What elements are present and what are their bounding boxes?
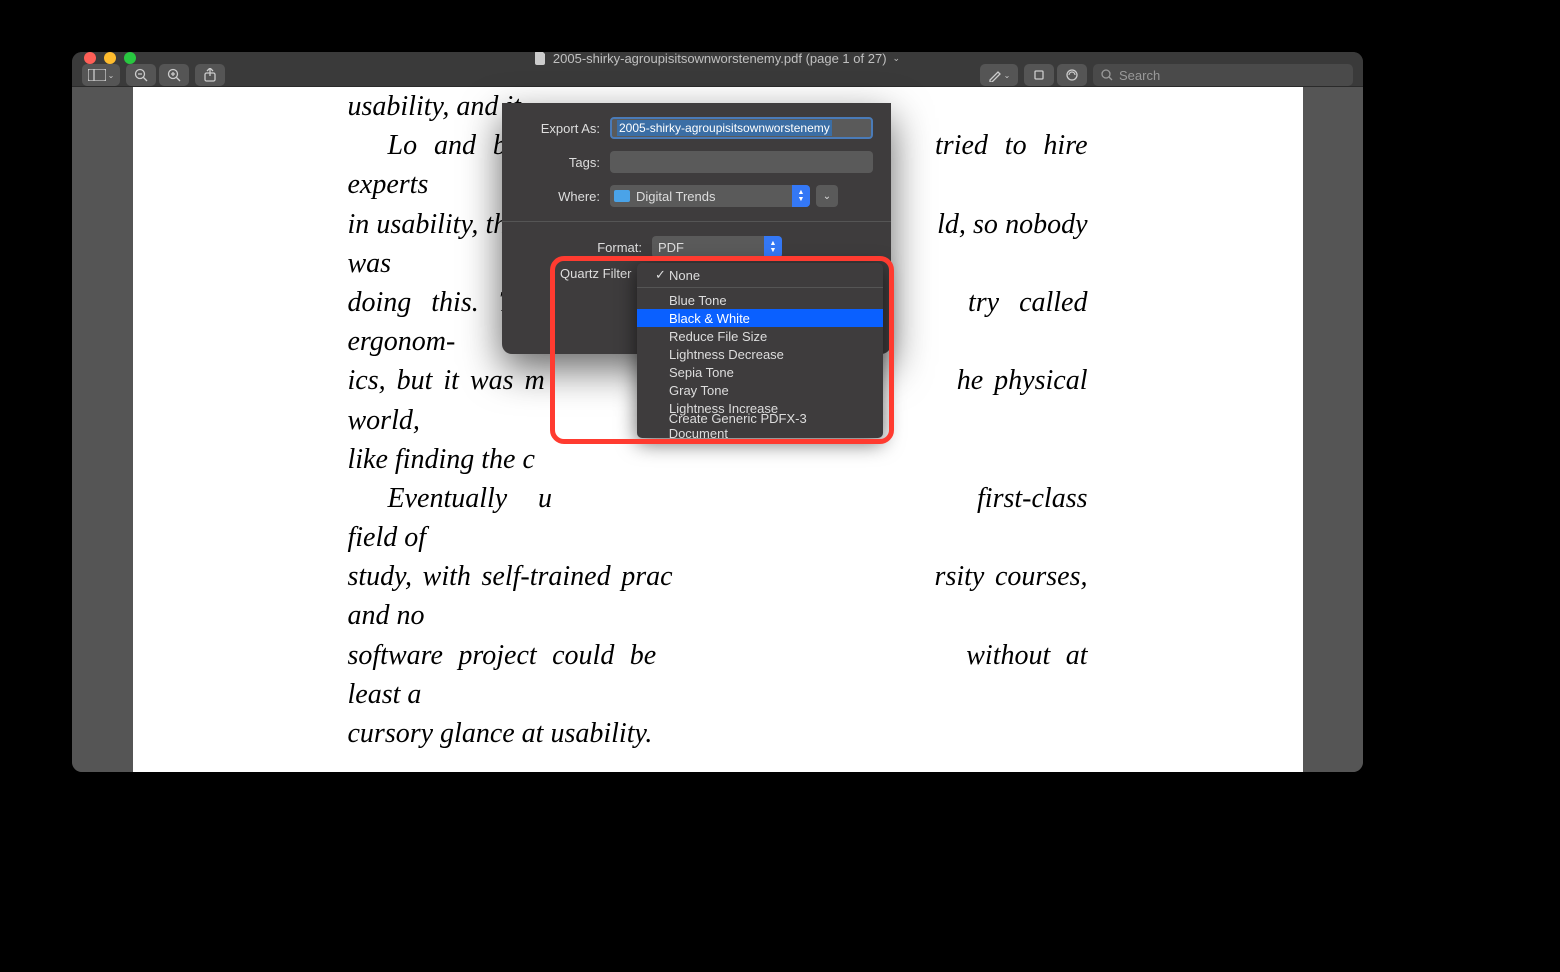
checkmark-icon: ✓	[655, 267, 669, 283]
title-text: 2005-shirky-agroupisitsownworstenemy.pdf…	[553, 52, 887, 66]
body-line: cursory glance at usability.	[348, 714, 1088, 753]
export-as-label: Export As:	[520, 121, 610, 136]
expand-button[interactable]: ⌄	[816, 185, 838, 207]
export-as-field[interactable]: 2005-shirky-agroupisitsownworstenemy	[610, 117, 873, 139]
sidebar-toggle-button[interactable]: ⌄	[82, 64, 120, 86]
where-value: Digital Trends	[636, 189, 715, 204]
titlebar: 2005-shirky-agroupisitsownworstenemy.pdf…	[72, 52, 1363, 64]
tags-label: Tags:	[520, 155, 610, 170]
markup-button[interactable]: ⌄	[980, 64, 1018, 86]
menu-separator	[637, 287, 883, 288]
format-value: PDF	[658, 240, 684, 255]
menu-item-pdfx3[interactable]: Create Generic PDFX-3 Document	[637, 417, 883, 435]
menu-item-blue-tone[interactable]: Blue Tone	[637, 291, 883, 309]
menu-item-lightness-decrease[interactable]: Lightness Decrease	[637, 345, 883, 363]
menu-item-none[interactable]: ✓None	[637, 266, 883, 284]
body-line: Eventually ufirst-class field of	[348, 479, 1088, 557]
body-line: study, with self-trained pracrsity cours…	[348, 557, 1088, 635]
folder-icon	[614, 190, 630, 202]
where-select[interactable]: Digital Trends ▲▼	[610, 185, 810, 207]
zoom-out-button[interactable]	[126, 64, 156, 86]
menu-item-sepia-tone[interactable]: Sepia Tone	[637, 363, 883, 381]
menu-item-black-white[interactable]: Black & White	[637, 309, 883, 327]
zoom-in-button[interactable]	[159, 64, 189, 86]
chevron-down-icon[interactable]: ⌄	[893, 53, 901, 64]
window-title: 2005-shirky-agroupisitsownworstenemy.pdf…	[72, 52, 1363, 66]
traffic-lights	[72, 52, 136, 64]
share-button[interactable]	[195, 64, 225, 86]
quartz-filter-menu: ✓None Blue Tone Black & White Reduce Fil…	[637, 263, 883, 438]
minimize-button[interactable]	[104, 52, 116, 64]
updown-arrows-icon: ▲▼	[792, 185, 810, 207]
search-placeholder: Search	[1119, 68, 1160, 83]
export-as-value: 2005-shirky-agroupisitsownworstenemy	[617, 120, 832, 136]
body-line: software project could bewithout at leas…	[348, 636, 1088, 714]
search-input[interactable]: Search	[1093, 64, 1353, 86]
quartz-filter-label: Quartz Filter	[560, 266, 632, 281]
format-label: Format:	[520, 240, 652, 255]
search-icon	[1101, 69, 1113, 81]
where-label: Where:	[520, 189, 610, 204]
annotate-button[interactable]	[1057, 64, 1087, 86]
updown-arrows-icon: ▲▼	[764, 236, 782, 258]
body-line: like finding the c	[348, 440, 1088, 479]
maximize-button[interactable]	[124, 52, 136, 64]
menu-item-gray-tone[interactable]: Gray Tone	[637, 381, 883, 399]
menu-item-reduce-file-size[interactable]: Reduce File Size	[637, 327, 883, 345]
document-icon	[535, 52, 547, 65]
format-select[interactable]: PDF ▲▼	[652, 236, 782, 258]
tags-field[interactable]	[610, 151, 873, 173]
rotate-button[interactable]	[1024, 64, 1054, 86]
close-button[interactable]	[84, 52, 96, 64]
toolbar: ⌄ ⌄	[72, 64, 1363, 87]
